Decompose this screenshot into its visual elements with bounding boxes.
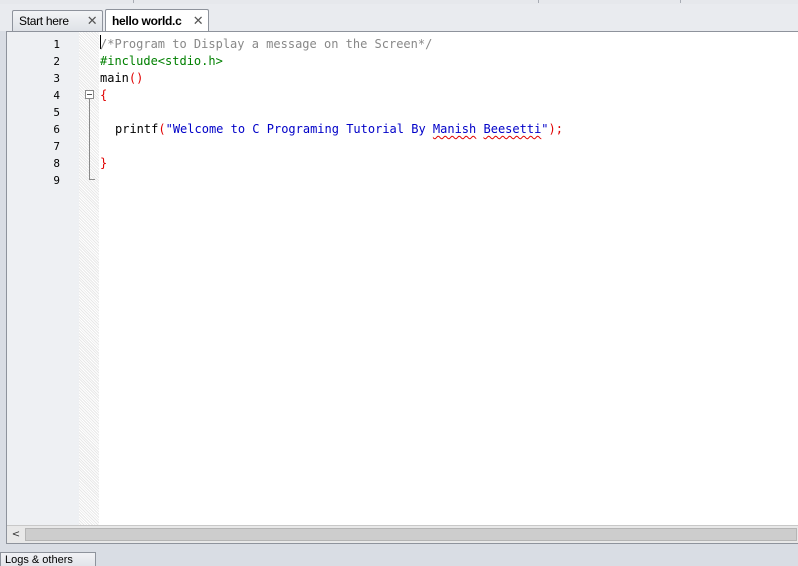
line-number: 5 — [53, 106, 60, 119]
spell-error-word: Beesetti — [483, 122, 542, 136]
tab-hello-world[interactable]: hello world.c ✕ — [105, 9, 209, 32]
line-number: 1 — [53, 38, 60, 51]
string-literal — [476, 122, 483, 136]
fold-end-marker — [89, 179, 95, 180]
code-line-6: printf("Welcome to C Programing Tutorial… — [115, 121, 563, 138]
printf-call: printf — [115, 122, 159, 136]
string-literal: "Welcome to C Programing Tutorial By — [165, 122, 433, 136]
close-icon[interactable]: ✕ — [192, 10, 204, 32]
toolbar-separator — [133, 0, 134, 3]
editor-tab-bar: Start here ✕ hello world.c ✕ — [0, 4, 798, 32]
line-number: 9 — [53, 174, 60, 187]
close-paren-semicolon: ); — [548, 122, 563, 136]
line-number-gutter: 1 2 3 4 5 6 7 8 9 — [7, 32, 79, 525]
line-number: 6 — [53, 123, 60, 136]
line-number: 4 — [53, 89, 60, 102]
fold-guide-line — [89, 99, 90, 179]
close-icon[interactable]: ✕ — [86, 11, 98, 31]
open-paren: ( — [158, 122, 166, 136]
code-line-2: #include<stdio.h> — [100, 54, 223, 68]
tab-label: Start here — [19, 14, 69, 28]
string-literal: " — [541, 122, 549, 136]
function-name: main — [100, 71, 129, 85]
toolbar-separator — [538, 0, 539, 3]
tab-label: hello world.c — [112, 14, 182, 28]
line-number: 3 — [53, 72, 60, 85]
scrollbar-thumb[interactable] — [25, 528, 797, 541]
code-line-8: } — [100, 156, 108, 170]
toolbar-separator — [680, 0, 681, 3]
line-number: 7 — [53, 140, 60, 153]
spell-error-word: Manish — [432, 122, 477, 136]
code-line-1: /*Program to Display a message on the Sc… — [100, 37, 433, 51]
line-number: 8 — [53, 157, 60, 170]
parentheses: () — [128, 71, 144, 85]
chevron-left-icon[interactable]: < — [9, 527, 23, 542]
tab-start-here[interactable]: Start here ✕ — [12, 10, 103, 31]
fold-minus-icon[interactable] — [85, 90, 94, 99]
code-editor[interactable]: 1 2 3 4 5 6 7 8 9 /*Program to Display a… — [6, 31, 798, 544]
code-line-3: main() — [100, 70, 143, 87]
horizontal-scrollbar[interactable]: < — [7, 525, 798, 543]
line-number: 2 — [53, 55, 60, 68]
code-line-4: { — [100, 88, 108, 102]
bottom-panel: Logs & others — [0, 544, 798, 566]
